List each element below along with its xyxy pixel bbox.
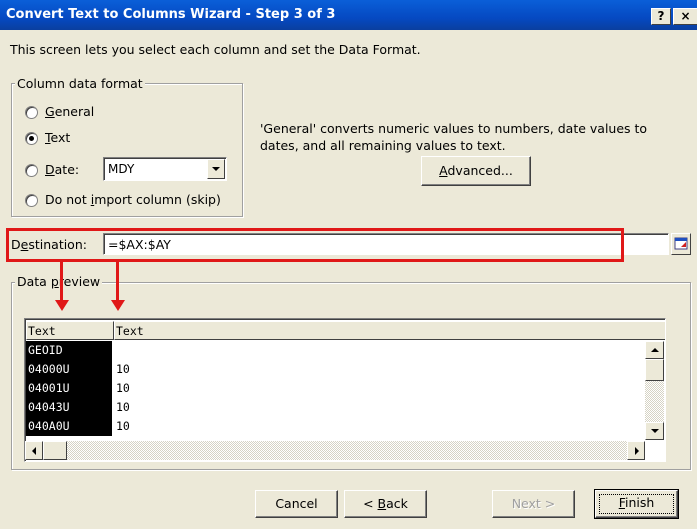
radio-text-label[interactable]: Text <box>45 130 70 145</box>
horizontal-scrollbar[interactable] <box>25 441 645 460</box>
close-button[interactable]: × <box>673 8 697 25</box>
radio-text-indicator[interactable] <box>25 132 38 145</box>
table-row[interactable]: 040A0U 10 <box>25 417 645 436</box>
help-button[interactable]: ? <box>651 8 671 25</box>
table-row[interactable]: 04000U 10 <box>25 360 645 379</box>
column-format-legend: Column data format <box>15 76 145 91</box>
scroll-right-button[interactable] <box>627 441 645 460</box>
data-preview-grid[interactable]: Text Text GEOID 04000U 10 04001U 10 0404… <box>24 318 666 462</box>
annotation-arrow-1 <box>55 262 69 312</box>
scroll-up-button[interactable] <box>645 341 664 359</box>
preview-cell: 04043U <box>26 398 112 417</box>
radio-date-indicator[interactable] <box>25 164 38 177</box>
chevron-down-icon[interactable] <box>207 159 225 179</box>
radio-general-indicator[interactable] <box>25 106 38 119</box>
preview-cell: 04001U <box>26 379 112 398</box>
date-format-select[interactable]: MDY <box>103 157 227 181</box>
radio-text[interactable]: Text <box>25 130 145 148</box>
vertical-scroll-thumb[interactable] <box>645 359 664 381</box>
preview-cell: 10 <box>116 419 130 433</box>
radio-date-label[interactable]: Date: <box>45 162 79 177</box>
radio-date[interactable]: Date: <box>25 162 100 180</box>
radio-general[interactable]: General <box>25 104 145 122</box>
radio-general-label[interactable]: General <box>45 104 94 119</box>
window-title: Convert Text to Columns Wizard - Step 3 … <box>6 7 336 22</box>
scroll-down-button[interactable] <box>645 422 664 440</box>
radio-skip-label[interactable]: Do not import column (skip) <box>45 192 221 207</box>
column-header-2[interactable]: Text <box>114 321 665 340</box>
radio-skip-indicator[interactable] <box>25 194 38 207</box>
horizontal-scroll-thumb[interactable] <box>43 441 67 460</box>
radio-skip[interactable]: Do not import column (skip) <box>25 192 235 210</box>
date-format-value: MDY <box>108 162 135 176</box>
back-button[interactable]: < Back <box>344 490 427 518</box>
preview-cell: 04000U <box>26 360 112 379</box>
advanced-button[interactable]: Advanced... <box>421 156 531 186</box>
preview-cell: 10 <box>116 381 130 395</box>
destination-input[interactable]: =$AX:$AY <box>103 233 669 255</box>
preview-cell: 10 <box>116 362 130 376</box>
table-row[interactable]: 04001U 10 <box>25 379 645 398</box>
preview-cell: 10 <box>116 400 130 414</box>
general-description: 'General' converts numeric values to num… <box>260 121 648 153</box>
next-button[interactable]: Next > <box>492 490 575 518</box>
destination-value: =$AX:$AY <box>108 237 171 252</box>
intro-text: This screen lets you select each column … <box>10 42 421 57</box>
annotation-arrow-2 <box>111 262 125 312</box>
preview-cell: GEOID <box>26 341 112 360</box>
collapse-dialog-icon[interactable] <box>671 233 691 255</box>
scroll-left-button[interactable] <box>25 441 43 460</box>
title-bar[interactable]: Convert Text to Columns Wizard - Step 3 … <box>0 0 697 30</box>
column-header-1[interactable]: Text <box>26 321 114 340</box>
destination-label: Destination: <box>11 237 87 252</box>
preview-cell: 040A0U <box>26 417 112 436</box>
table-row[interactable]: 04043U 10 <box>25 398 645 417</box>
cancel-button[interactable]: Cancel <box>255 490 338 518</box>
finish-button[interactable]: Finish <box>594 489 679 519</box>
focus-rect <box>599 494 674 514</box>
preview-cell <box>114 341 314 360</box>
table-row[interactable]: GEOID <box>25 341 645 360</box>
